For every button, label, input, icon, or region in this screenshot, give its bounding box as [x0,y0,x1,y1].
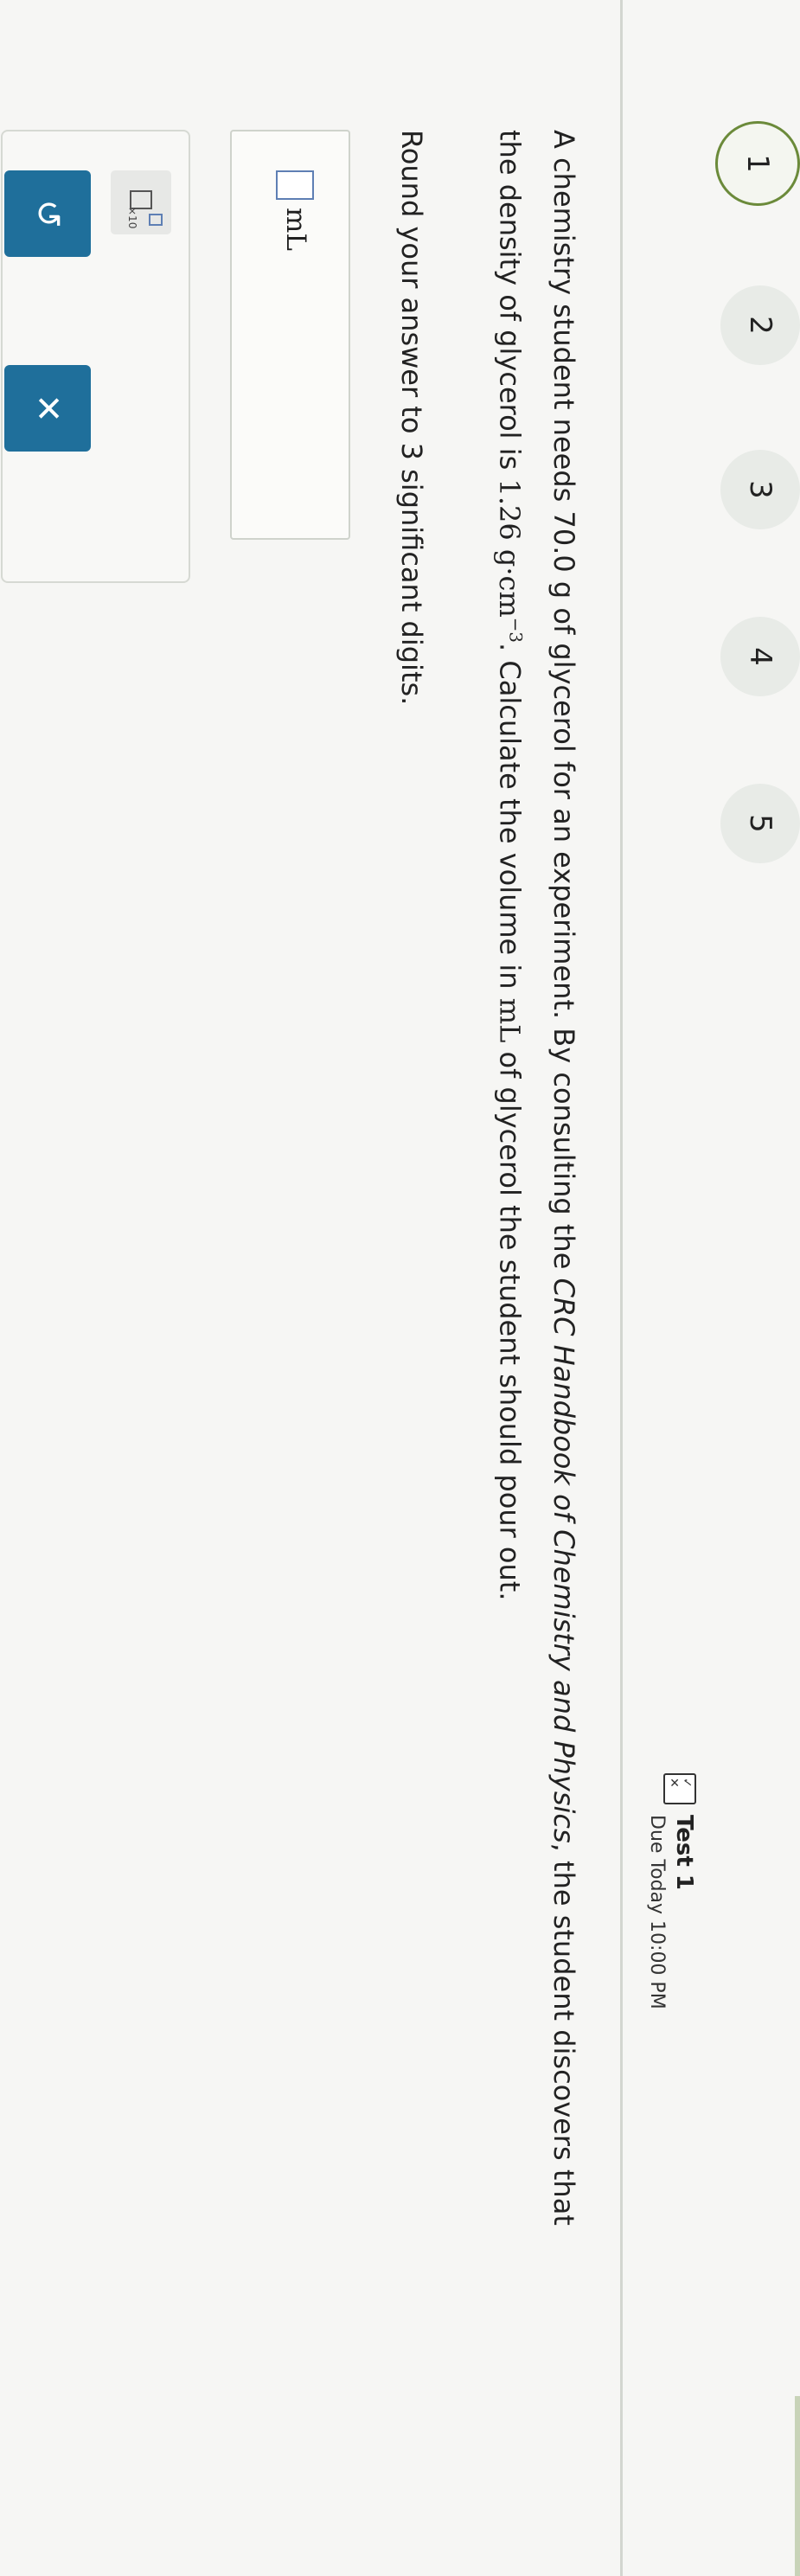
answer-input[interactable] [276,170,314,200]
close-icon: ✕ [28,394,67,423]
checklist-icon: ✓ ✕ [663,1773,696,1804]
question-3-button[interactable]: 3 [720,450,800,529]
clear-button[interactable]: ✕ [4,365,91,452]
book-title: CRC Handbook of Chemistry and Physics [547,1278,580,1843]
question-paragraph-2: the density of glycerol is 1.26 g·cm−3. … [493,130,527,1601]
times-ten-label: ×10 [126,207,138,229]
question-2-button[interactable]: 2 [720,285,800,365]
accent-bar [795,2396,800,2576]
page: 1 2 3 4 5 ✓ ✕ Test 1 Due Today 10:00 PM … [0,0,800,2576]
rounding-instruction: Round your answer to 3 significant digit… [395,130,428,706]
test-due-date: Due Today 10:00 PM [646,1815,668,2009]
question-nav: 1 2 3 4 5 [623,0,800,952]
top-bar: 1 2 3 4 5 ✓ ✕ Test 1 Due Today 10:00 PM [623,0,800,2576]
undo-icon: ↺ [28,199,67,228]
answer-unit: mL [280,208,311,251]
header-divider [620,0,623,2576]
density-value: 1.26 g·cm−3 [493,478,527,644]
question-4-button[interactable]: 4 [720,617,800,696]
answer-box[interactable]: mL [230,130,350,540]
exponent-box-icon [149,214,163,226]
question-5-button[interactable]: 5 [720,784,800,863]
question-1-button[interactable]: 1 [715,121,800,206]
test-info: ✓ ✕ Test 1 Due Today 10:00 PM [627,1773,800,2067]
question-text: A chemistry student needs 70.0 g of glyc… [485,130,588,2379]
tool-panel: ×10 ↺ ✕ [1,130,190,583]
scientific-notation-button[interactable]: ×10 [111,170,171,234]
question-paragraph-1: A chemistry student needs 70.0 g of glyc… [547,130,580,2226]
volume-unit: mL [493,997,527,1043]
reset-button[interactable]: ↺ [4,170,91,257]
test-title: Test 1 [671,1815,697,1890]
